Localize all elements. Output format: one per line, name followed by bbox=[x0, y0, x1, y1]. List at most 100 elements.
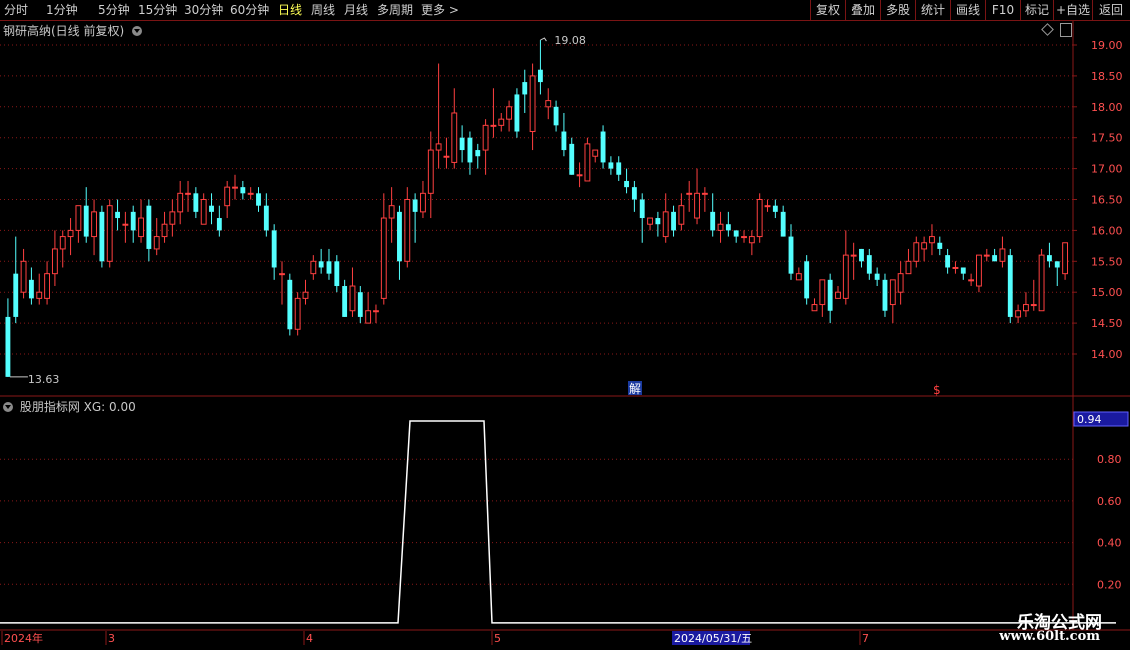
candle-body bbox=[514, 94, 520, 132]
candle-body bbox=[482, 124, 489, 151]
candle-body bbox=[819, 279, 826, 306]
candle-body bbox=[945, 255, 951, 268]
dividend-marker: $ bbox=[933, 383, 941, 397]
candle-body bbox=[850, 254, 857, 257]
candle-body bbox=[553, 106, 559, 126]
candle-body bbox=[357, 292, 363, 317]
candle-body bbox=[263, 205, 269, 231]
candle-body bbox=[420, 192, 426, 213]
candle-body bbox=[224, 186, 231, 207]
candle-body bbox=[1054, 261, 1060, 268]
candle-body bbox=[662, 211, 669, 238]
candle-body bbox=[216, 218, 222, 231]
candle-body bbox=[827, 279, 833, 311]
candle-body bbox=[294, 297, 301, 330]
candle-body bbox=[75, 205, 82, 231]
candle-body bbox=[287, 279, 293, 330]
candle-body bbox=[177, 192, 184, 213]
candle-body bbox=[647, 217, 653, 225]
candle-body bbox=[153, 236, 160, 250]
candle-body bbox=[671, 211, 676, 231]
price-tick-label: 15.00 bbox=[1091, 286, 1123, 299]
candle-body bbox=[256, 193, 261, 206]
price-tick-label: 18.00 bbox=[1091, 101, 1123, 114]
price-tick-label: 18.50 bbox=[1091, 70, 1123, 83]
candle-body bbox=[655, 218, 661, 225]
time-label: 7 bbox=[862, 632, 869, 645]
candle-body bbox=[467, 137, 473, 163]
candle-body bbox=[240, 187, 246, 194]
price-tick-label: 15.50 bbox=[1091, 255, 1123, 268]
candle-body bbox=[835, 291, 841, 299]
candle-body bbox=[169, 211, 176, 225]
candle-body bbox=[380, 217, 387, 299]
candle-body bbox=[882, 279, 888, 311]
candle-body bbox=[247, 192, 254, 195]
candle-body bbox=[780, 211, 786, 237]
candle-body bbox=[616, 162, 622, 175]
candle-body bbox=[686, 192, 693, 195]
candle-body bbox=[1023, 304, 1029, 312]
high-price-label: 19.08 bbox=[554, 34, 586, 47]
candle-body bbox=[804, 261, 810, 299]
candle-body bbox=[866, 255, 872, 274]
candle-body bbox=[122, 223, 129, 226]
indicator-tick-label: 0.80 bbox=[1097, 453, 1122, 466]
candle-body bbox=[427, 149, 434, 194]
indicator-tick-label: 0.20 bbox=[1097, 578, 1122, 591]
price-tick-label: 16.00 bbox=[1091, 224, 1123, 237]
candle-body bbox=[388, 205, 395, 219]
time-label: 4 bbox=[306, 632, 313, 645]
xg-indicator-series bbox=[0, 420, 1116, 624]
scrollbar-icon[interactable] bbox=[1060, 23, 1072, 37]
candle-body bbox=[1030, 304, 1037, 307]
candle-body bbox=[106, 205, 113, 262]
candle-body bbox=[451, 112, 458, 163]
candle-body bbox=[795, 273, 802, 281]
candle-body bbox=[498, 118, 505, 126]
candle-body bbox=[913, 242, 920, 262]
candle-body bbox=[937, 242, 943, 249]
candlestick-series bbox=[5, 40, 1069, 377]
candle-body bbox=[976, 254, 982, 287]
candle-body bbox=[318, 261, 324, 268]
price-tick-label: 16.50 bbox=[1091, 194, 1123, 207]
candle-body bbox=[138, 217, 144, 238]
candle-body bbox=[475, 150, 481, 157]
candle-body bbox=[83, 205, 89, 237]
candle-body bbox=[334, 261, 340, 287]
candle-body bbox=[905, 260, 912, 275]
kline-chart[interactable]: 19.00 18.50 18.00 17.50 17.00 16.50 16.00 15.50… bbox=[0, 0, 1130, 650]
candle-body bbox=[13, 273, 19, 317]
candle-body bbox=[28, 279, 34, 299]
candle-body bbox=[576, 174, 583, 177]
price-tick-label: 17.00 bbox=[1091, 163, 1123, 176]
unlock-marker: 解 bbox=[629, 382, 641, 396]
candle-body bbox=[756, 199, 763, 238]
candle-body bbox=[733, 230, 739, 237]
candle-body bbox=[983, 254, 990, 257]
candle-body bbox=[279, 273, 285, 276]
candle-body bbox=[44, 273, 50, 299]
candle-body bbox=[772, 205, 778, 212]
candle-body bbox=[99, 211, 105, 262]
candle-body bbox=[1062, 242, 1069, 275]
indicator-value: 0.94 bbox=[1077, 413, 1102, 426]
candle-body bbox=[569, 143, 575, 175]
candle-body bbox=[992, 255, 998, 262]
candle-body bbox=[545, 100, 552, 108]
candle-body bbox=[952, 266, 959, 269]
candle-body bbox=[788, 236, 794, 274]
candle-body bbox=[115, 211, 120, 219]
candle-body bbox=[584, 143, 591, 182]
candle-body bbox=[537, 69, 543, 83]
candle-body bbox=[130, 211, 136, 231]
candle-body bbox=[999, 248, 1006, 262]
candle-body bbox=[897, 273, 904, 293]
candle-body bbox=[36, 291, 43, 299]
candle-body bbox=[678, 205, 685, 225]
candle-body bbox=[185, 192, 191, 195]
candle-body bbox=[717, 223, 724, 231]
cursor-date: 2024/05/31/五 bbox=[674, 632, 752, 645]
candle-body bbox=[600, 131, 606, 163]
